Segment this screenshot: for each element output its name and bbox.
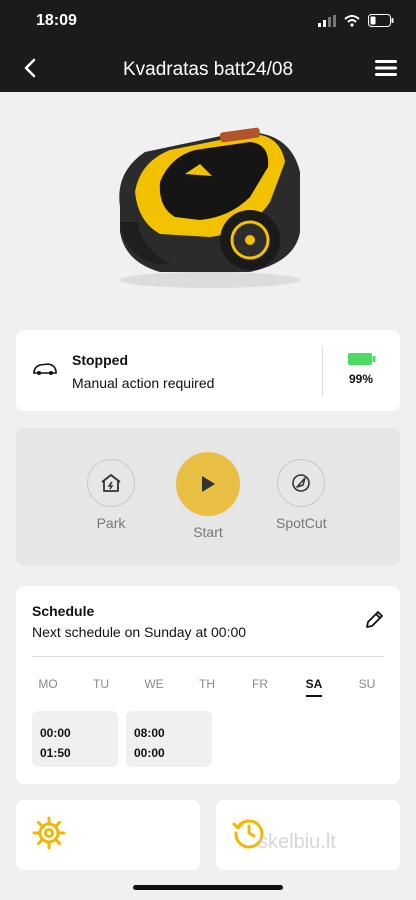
pencil-icon (366, 611, 383, 628)
mower-icon (33, 363, 57, 375)
menu-button[interactable] (372, 54, 400, 82)
park-house-icon (101, 474, 121, 492)
day-sa[interactable]: SA (294, 677, 334, 697)
status-icons (318, 14, 394, 27)
park-button-circle[interactable] (87, 459, 135, 507)
start-button-circle[interactable] (176, 452, 240, 516)
battery-icon (348, 353, 376, 365)
start-label: Start (193, 524, 223, 540)
schedule-title: Schedule (32, 603, 95, 619)
slot-end: 01:50 (40, 746, 71, 760)
spotcut-icon (292, 474, 311, 492)
start-button[interactable]: Start (176, 452, 240, 540)
day-we[interactable]: WE (134, 677, 174, 691)
edit-schedule-button[interactable] (364, 610, 384, 635)
menu-icon (375, 60, 397, 76)
mower-image (119, 127, 301, 288)
status-time: 18:09 (36, 12, 77, 29)
settings-card[interactable] (16, 800, 200, 870)
slot-start: 00:00 (40, 726, 71, 740)
app-header: Kvadratas batt24/08 (0, 44, 416, 92)
slot-start: 08:00 (134, 726, 165, 740)
day-fr[interactable]: FR (240, 677, 280, 691)
schedule-slot[interactable]: 08:00 00:00 (126, 711, 212, 767)
play-icon (202, 476, 215, 492)
day-th[interactable]: TH (187, 677, 227, 691)
watermark: skelbiu.lt (258, 831, 336, 853)
page-title: Kvadratas batt24/08 (122, 59, 294, 80)
schedule-slot[interactable]: 00:00 01:50 (32, 711, 118, 767)
home-indicator[interactable] (133, 885, 283, 890)
mower-status-card: Stopped Manual action required 99% (16, 330, 400, 411)
mower-controls: Park Start SpotCut (16, 428, 400, 566)
mower-state: Stopped (72, 352, 128, 368)
signal-icon (318, 14, 336, 27)
park-label: Park (96, 515, 126, 531)
park-button[interactable]: Park (87, 459, 135, 531)
mower-state-detail: Manual action required (72, 375, 215, 391)
day-tu[interactable]: TU (81, 677, 121, 691)
phone-battery-icon (368, 14, 394, 27)
slot-end: 00:00 (134, 746, 165, 760)
divider (32, 656, 384, 657)
schedule-next: Next schedule on Sunday at 00:00 (32, 624, 247, 640)
spotcut-button[interactable]: SpotCut (276, 459, 327, 531)
weekday-selector: MO TU WE TH FR SA SU (16, 677, 400, 697)
divider (322, 346, 323, 396)
spotcut-button-circle[interactable] (277, 459, 326, 507)
gear-icon (32, 816, 66, 850)
schedule-card: Schedule Next schedule on Sunday at 00:0… (16, 586, 400, 784)
status-bar: 18:09 (0, 0, 416, 44)
battery-percentage: 99% (348, 372, 374, 386)
day-su[interactable]: SU (347, 677, 387, 691)
day-mo[interactable]: MO (28, 677, 68, 691)
wifi-icon (344, 14, 360, 27)
spotcut-label: SpotCut (276, 515, 327, 531)
